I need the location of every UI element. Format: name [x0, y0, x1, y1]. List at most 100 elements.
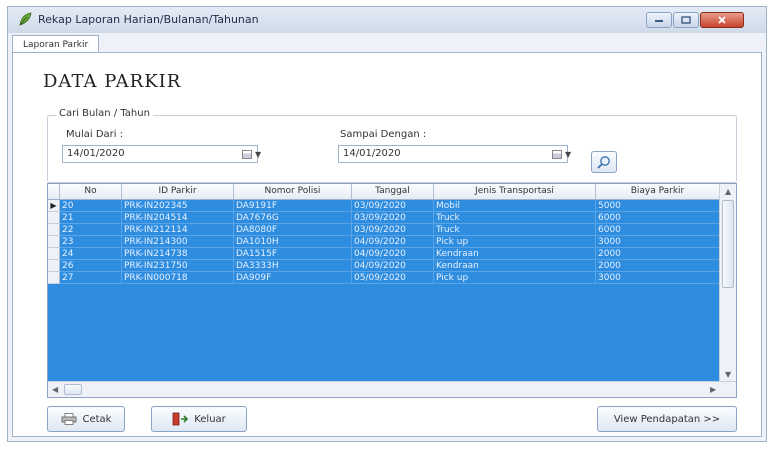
cell-id-parkir[interactable]: PRK-IN231750 [122, 260, 234, 272]
cell-id-parkir[interactable]: PRK-IN204514 [122, 212, 234, 224]
search-button[interactable] [591, 151, 617, 173]
filter-group-label: Cari Bulan / Tahun [56, 108, 153, 119]
column-header[interactable]: Tanggal [352, 184, 434, 199]
maximize-button[interactable] [673, 12, 699, 28]
search-icon [597, 156, 610, 169]
view-income-button[interactable]: View Pendapatan >> [597, 406, 737, 432]
scroll-down-icon[interactable]: ▼ [725, 370, 731, 379]
cell-biaya-parkir[interactable]: 5000 [596, 200, 720, 212]
horizontal-scroll-thumb[interactable] [64, 384, 82, 395]
column-header[interactable]: Jenis Transportasi [434, 184, 596, 199]
cell-biaya-parkir[interactable]: 3000 [596, 236, 720, 248]
minimize-icon [655, 20, 663, 22]
row-header[interactable] [48, 248, 60, 260]
row-header[interactable] [48, 272, 60, 284]
cell-jenis-transportasi[interactable]: Truck [434, 224, 596, 236]
cell-id-parkir[interactable]: PRK-IN212114 [122, 224, 234, 236]
cell-no[interactable]: 27 [60, 272, 122, 284]
row-header[interactable] [48, 260, 60, 272]
report-panel: DATA PARKIR Cari Bulan / Tahun Mulai Dar… [12, 52, 762, 437]
cell-tanggal[interactable]: 04/09/2020 [352, 236, 434, 248]
table-row[interactable]: 27 PRK-IN000718 DA909F 05/09/2020 Pick u… [48, 272, 720, 284]
cell-biaya-parkir[interactable]: 2000 [596, 260, 720, 272]
cell-biaya-parkir[interactable]: 6000 [596, 224, 720, 236]
column-header[interactable]: Nomor Polisi [234, 184, 352, 199]
cell-no[interactable]: 20 [60, 200, 122, 212]
vertical-scrollbar[interactable]: ▲ ▼ [719, 184, 736, 383]
cell-nomor-polisi[interactable]: DA8080F [234, 224, 352, 236]
column-header[interactable]: ID Parkir [122, 184, 234, 199]
cell-biaya-parkir[interactable]: 3000 [596, 272, 720, 284]
print-button[interactable]: Cetak [47, 406, 125, 432]
cell-tanggal[interactable]: 03/09/2020 [352, 224, 434, 236]
cell-no[interactable]: 23 [60, 236, 122, 248]
row-header[interactable] [48, 236, 60, 248]
cell-jenis-transportasi[interactable]: Kendraan [434, 248, 596, 260]
scroll-left-icon[interactable]: ◀ [52, 385, 58, 394]
cell-biaya-parkir[interactable]: 2000 [596, 248, 720, 260]
cell-jenis-transportasi[interactable]: Kendraan [434, 260, 596, 272]
cell-nomor-polisi[interactable]: DA3333H [234, 260, 352, 272]
cell-jenis-transportasi[interactable]: Mobil [434, 200, 596, 212]
close-button[interactable] [700, 12, 744, 28]
cell-jenis-transportasi[interactable]: Truck [434, 212, 596, 224]
cell-tanggal[interactable]: 04/09/2020 [352, 248, 434, 260]
cell-no[interactable]: 22 [60, 224, 122, 236]
scroll-up-icon[interactable]: ▲ [725, 187, 731, 196]
cell-jenis-transportasi[interactable]: Pick up [434, 272, 596, 284]
chevron-down-icon: ▼ [565, 149, 572, 159]
close-icon [718, 16, 726, 24]
cell-nomor-polisi[interactable]: DA1515F [234, 248, 352, 260]
exit-door-icon [172, 412, 189, 426]
exit-button[interactable]: Keluar [151, 406, 247, 432]
cell-id-parkir[interactable]: PRK-IN000718 [122, 272, 234, 284]
table-row[interactable]: ▶ 20 PRK-IN202345 DA9191F 03/09/2020 Mob… [48, 200, 720, 212]
vertical-scroll-thumb[interactable] [722, 200, 734, 288]
cell-id-parkir[interactable]: PRK-IN214738 [122, 248, 234, 260]
cell-tanggal[interactable]: 05/09/2020 [352, 272, 434, 284]
parking-data-table[interactable]: No ID Parkir Nomor Polisi Tanggal Jenis … [47, 183, 737, 398]
page-title: DATA PARKIR [43, 71, 182, 92]
cell-id-parkir[interactable]: PRK-IN202345 [122, 200, 234, 212]
chevron-down-icon: ▼ [255, 149, 262, 159]
table-row[interactable]: 26 PRK-IN231750 DA3333H 04/09/2020 Kendr… [48, 260, 720, 272]
minimize-button[interactable] [646, 12, 672, 28]
cell-id-parkir[interactable]: PRK-IN214300 [122, 236, 234, 248]
column-header[interactable]: Biaya Parkir [596, 184, 720, 199]
table-row[interactable]: 24 PRK-IN214738 DA1515F 04/09/2020 Kendr… [48, 248, 720, 260]
print-button-label: Cetak [82, 413, 112, 425]
column-header[interactable]: No [60, 184, 122, 199]
cell-tanggal[interactable]: 04/09/2020 [352, 260, 434, 272]
end-date-field[interactable]: 14/01/2020 [338, 145, 568, 163]
end-date-dropdown[interactable]: ▼ [552, 147, 578, 161]
cell-jenis-transportasi[interactable]: Pick up [434, 236, 596, 248]
cell-biaya-parkir[interactable]: 6000 [596, 212, 720, 224]
tab-laporan-parkir[interactable]: Laporan Parkir [12, 35, 100, 53]
app-window: Rekap Laporan Harian/Bulanan/Tahunan Lap… [7, 6, 767, 442]
cell-no[interactable]: 21 [60, 212, 122, 224]
start-date-dropdown[interactable]: ▼ [242, 147, 268, 161]
current-row-indicator-icon: ▶ [48, 200, 60, 212]
row-header[interactable] [48, 212, 60, 224]
cell-nomor-polisi[interactable]: DA909F [234, 272, 352, 284]
title-bar[interactable]: Rekap Laporan Harian/Bulanan/Tahunan [8, 7, 766, 33]
table-row[interactable]: 22 PRK-IN212114 DA8080F 03/09/2020 Truck… [48, 224, 720, 236]
calendar-icon [242, 149, 252, 159]
row-header[interactable] [48, 224, 60, 236]
cell-nomor-polisi[interactable]: DA7676G [234, 212, 352, 224]
cell-tanggal[interactable]: 03/09/2020 [352, 212, 434, 224]
table-row[interactable]: 21 PRK-IN204514 DA7676G 03/09/2020 Truck… [48, 212, 720, 224]
maximize-icon [681, 16, 691, 24]
cell-no[interactable]: 24 [60, 248, 122, 260]
table-row[interactable]: 23 PRK-IN214300 DA1010H 04/09/2020 Pick … [48, 236, 720, 248]
scroll-right-icon[interactable]: ▶ [710, 385, 716, 394]
cell-nomor-polisi[interactable]: DA1010H [234, 236, 352, 248]
cell-nomor-polisi[interactable]: DA9191F [234, 200, 352, 212]
cell-tanggal[interactable]: 03/09/2020 [352, 200, 434, 212]
window-title: Rekap Laporan Harian/Bulanan/Tahunan [38, 13, 259, 26]
calendar-icon [552, 149, 562, 159]
cell-no[interactable]: 26 [60, 260, 122, 272]
start-date-field[interactable]: 14/01/2020 [62, 145, 258, 163]
tab-strip: Laporan Parkir [8, 33, 766, 53]
horizontal-scrollbar[interactable]: ◀ ▶ [48, 381, 736, 397]
